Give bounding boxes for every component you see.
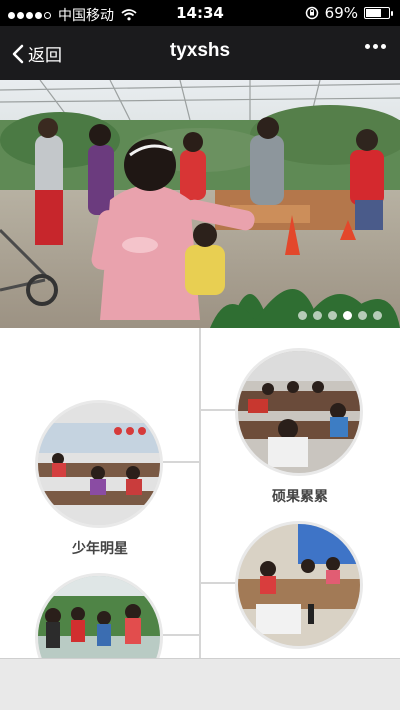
carousel-dot[interactable] [313,311,322,320]
classroom-photo [38,403,160,525]
status-bar: 中国移动 14:34 69% [0,0,400,26]
timeline-branch [163,634,199,636]
card-image [35,400,163,528]
card-image [235,348,363,476]
carousel-dot[interactable] [328,311,337,320]
battery-percent: 69% [324,4,358,22]
card-image [235,521,363,649]
carousel-dot[interactable] [358,311,367,320]
carousel-indicator[interactable] [298,311,382,320]
card-image [35,573,163,658]
classroom-photo [238,524,360,646]
timeline-card[interactable] [235,521,365,649]
classroom-photo [238,351,360,473]
carousel-dot[interactable] [298,311,307,320]
timeline-branch [163,461,199,463]
ellipsis-icon [365,44,370,49]
card-label: 少年明星 [72,541,128,557]
timeline-line [199,328,201,658]
timeline-card[interactable] [35,573,165,658]
bottom-toolbar [0,658,400,710]
page-title: tyxshs [169,40,231,61]
more-menu-button[interactable] [365,44,386,49]
navigation-bar: 返回 tyxshs [0,26,400,80]
battery-level [366,9,382,17]
timeline-section: 硕果累累 少年明星 [0,328,400,658]
timeline-branch [201,409,237,411]
status-right: 69% [305,4,393,22]
rotation-lock-icon [305,6,318,20]
card-label: 硕果累累 [272,489,328,505]
carousel-dot[interactable] [373,311,382,320]
carousel-dot-active[interactable] [343,311,352,320]
banner-carousel[interactable] [0,80,400,328]
timeline-card[interactable]: 少年明星 [35,400,165,558]
battery-icon [364,7,393,19]
banner-photo [0,80,400,328]
greenhouse-photo [38,576,160,658]
timeline-card[interactable]: 硕果累累 [235,348,365,506]
timeline-branch [201,582,237,584]
